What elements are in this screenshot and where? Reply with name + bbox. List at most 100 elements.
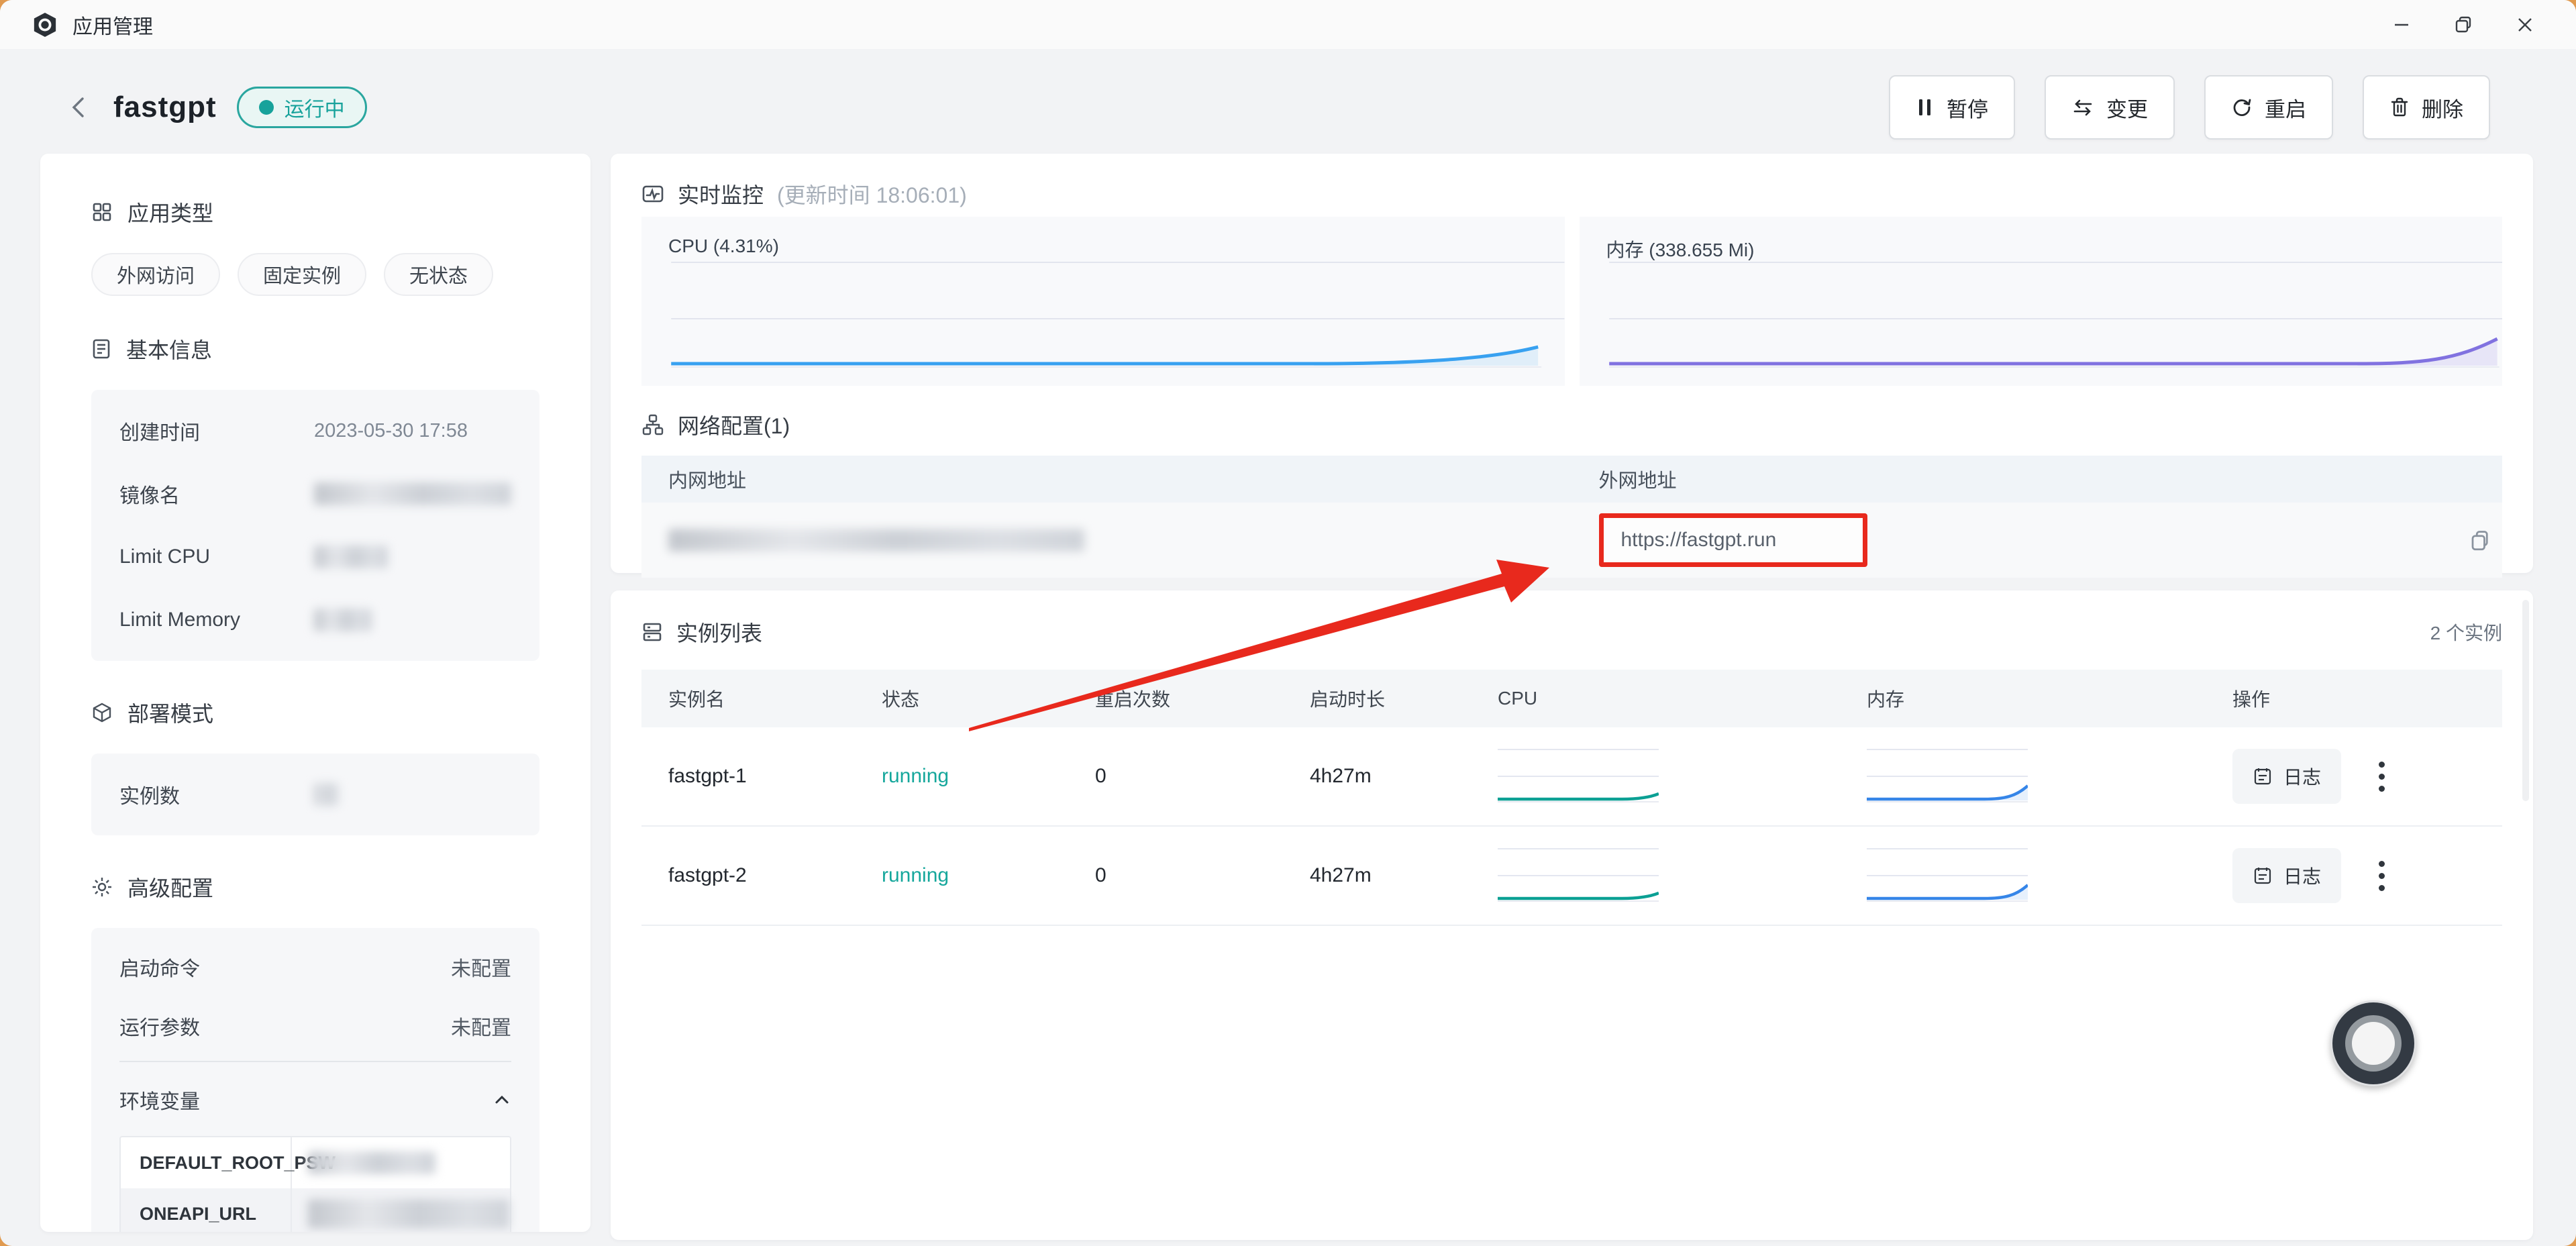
adv-row-run-params: 运行参数 未配置 — [119, 996, 511, 1055]
status-badge-label: 运行中 — [285, 93, 345, 122]
instance-operations: 日志 — [2206, 848, 2502, 903]
cursor-indicator-ring — [2345, 1015, 2402, 1072]
close-button[interactable] — [2494, 0, 2556, 49]
header-actions: 暂停 变更 重启 删除 — [1889, 75, 2490, 140]
col-instance-name: 实例名 — [641, 685, 855, 712]
section-advanced: 高级配置 — [91, 872, 539, 902]
info-row-limit-memory: Limit Memory — [119, 588, 511, 652]
tag-external-access: 外网访问 — [91, 253, 220, 296]
instances-title-row: 实例列表 2 个实例 — [641, 615, 2502, 650]
instance-row: fastgpt-1 running 0 4h27m — [641, 727, 2502, 827]
redacted-internal-address — [668, 529, 1084, 552]
monitor-charts: CPU (4.31%) 内存 (338.655 Mi) — [641, 217, 2502, 386]
instance-status: running — [855, 765, 1068, 788]
change-button[interactable]: 变更 — [2045, 75, 2175, 140]
col-operations: 操作 — [2206, 685, 2502, 712]
app-logo-icon — [32, 12, 58, 38]
cursor-indicator-center — [2352, 1022, 2395, 1065]
section-app-type: 应用类型 — [91, 197, 539, 227]
section-deploy-mode: 部署模式 — [91, 697, 539, 728]
col-external-address: 外网地址 — [1572, 465, 2503, 493]
scrollbar[interactable] — [2522, 600, 2529, 801]
cursor-indicator — [2330, 1000, 2416, 1086]
col-status: 状态 — [855, 685, 1068, 712]
log-icon — [2253, 866, 2273, 886]
instance-count: 2 个实例 — [2430, 619, 2502, 645]
network-title-row: 网络配置(1) — [641, 407, 2502, 442]
pause-button[interactable]: 暂停 — [1889, 75, 2015, 140]
instance-uptime: 4h27m — [1283, 765, 1471, 788]
col-restarts: 重启次数 — [1068, 685, 1283, 712]
restart-icon — [2231, 97, 2253, 118]
window-title: 应用管理 — [72, 10, 153, 40]
app-type-tags: 外网访问 固定实例 无状态 — [91, 253, 539, 296]
restore-button[interactable] — [2432, 0, 2494, 49]
network-table: 内网地址 外网地址 https://fastgpt.run — [641, 456, 2502, 578]
grid-icon — [91, 201, 113, 223]
network-icon — [641, 413, 664, 436]
basic-info-block: 创建时间 2023-05-30 17:58 镜像名 Limit CPU Limi… — [91, 390, 539, 661]
tag-stateless: 无状态 — [384, 253, 493, 296]
advanced-block: 启动命令 未配置 运行参数 未配置 环境变量 DEFAULT_ROOT_PSW — [91, 928, 539, 1232]
app-window: 应用管理 fastgpt 运行中 暂 — [0, 0, 2576, 1246]
memory-chart-label: 内存 (338.655 Mi) — [1606, 236, 1755, 262]
redacted-value — [314, 609, 372, 631]
log-button[interactable]: 日志 — [2232, 749, 2341, 804]
adv-row-start-command: 启动命令 未配置 — [119, 937, 511, 996]
info-row-created: 创建时间 2023-05-30 17:58 — [119, 399, 511, 462]
instance-name: fastgpt-2 — [641, 864, 855, 887]
list-icon — [641, 621, 663, 643]
page-title: fastgpt — [113, 91, 217, 124]
env-row: ONEAPI_URL — [121, 1188, 510, 1232]
trash-icon — [2389, 97, 2410, 118]
page-header: fastgpt 运行中 暂停 变更 重启 — [0, 49, 2576, 136]
network-table-header: 内网地址 外网地址 — [641, 456, 2502, 503]
log-icon — [2253, 766, 2273, 786]
info-row-image: 镜像名 — [119, 462, 511, 525]
col-cpu: CPU — [1471, 688, 1840, 709]
main-panel: 实时监控 (更新时间 18:06:01) CPU (4.31%) — [611, 154, 2533, 1240]
info-row-instance-count: 实例数 — [119, 763, 511, 826]
network-table-row: https://fastgpt.run — [641, 503, 2502, 578]
env-row: DEFAULT_ROOT_PSW — [121, 1137, 510, 1188]
instance-cpu-sparkline — [1471, 736, 1840, 817]
status-dot-icon — [259, 100, 274, 115]
instance-name: fastgpt-1 — [641, 765, 855, 788]
internal-address-cell — [641, 529, 1572, 552]
redacted-value — [308, 1199, 509, 1229]
instance-memory-sparkline — [1840, 736, 2206, 817]
window-controls — [2371, 0, 2556, 49]
swap-icon — [2071, 97, 2094, 117]
instances-card: 实例列表 2 个实例 实例名 状态 重启次数 启动时长 CPU 内存 操作 — [611, 590, 2533, 1240]
chevron-up-icon — [493, 1090, 511, 1109]
col-uptime: 启动时长 — [1283, 685, 1471, 712]
status-badge: 运行中 — [237, 87, 367, 128]
delete-button[interactable]: 删除 — [2363, 75, 2490, 140]
env-vars-header[interactable]: 环境变量 — [119, 1068, 511, 1132]
copy-icon[interactable] — [2466, 527, 2493, 554]
row-menu-button[interactable] — [2372, 755, 2391, 798]
deploy-mode-block: 实例数 — [91, 754, 539, 835]
cube-icon — [91, 702, 113, 723]
cpu-chart: CPU (4.31%) — [641, 217, 1565, 386]
instances-table-header: 实例名 状态 重启次数 启动时长 CPU 内存 操作 — [641, 670, 2502, 727]
row-menu-button[interactable] — [2372, 854, 2391, 898]
instances-title: 实例列表 — [641, 615, 762, 650]
content: 应用类型 外网访问 固定实例 无状态 基本信息 创建时间 2023-05-30 … — [0, 136, 2576, 1240]
redacted-value — [314, 482, 511, 505]
document-icon — [91, 338, 111, 360]
app-detail-sidebar: 应用类型 外网访问 固定实例 无状态 基本信息 创建时间 2023-05-30 … — [40, 154, 590, 1232]
pause-icon — [1916, 97, 1935, 117]
instance-operations: 日志 — [2206, 749, 2502, 804]
monitor-update-time: (更新时间 18:06:01) — [777, 178, 967, 209]
minimize-button[interactable] — [2371, 0, 2432, 49]
log-button[interactable]: 日志 — [2232, 848, 2341, 903]
restart-button[interactable]: 重启 — [2204, 75, 2333, 140]
col-internal-address: 内网地址 — [641, 465, 1572, 493]
cpu-chart-label: CPU (4.31%) — [668, 236, 779, 257]
back-button[interactable] — [64, 92, 95, 123]
redacted-value — [308, 1151, 435, 1174]
instance-status: running — [855, 864, 1068, 887]
external-url[interactable]: https://fastgpt.run — [1599, 513, 1867, 567]
memory-chart: 内存 (338.655 Mi) — [1580, 217, 2503, 386]
